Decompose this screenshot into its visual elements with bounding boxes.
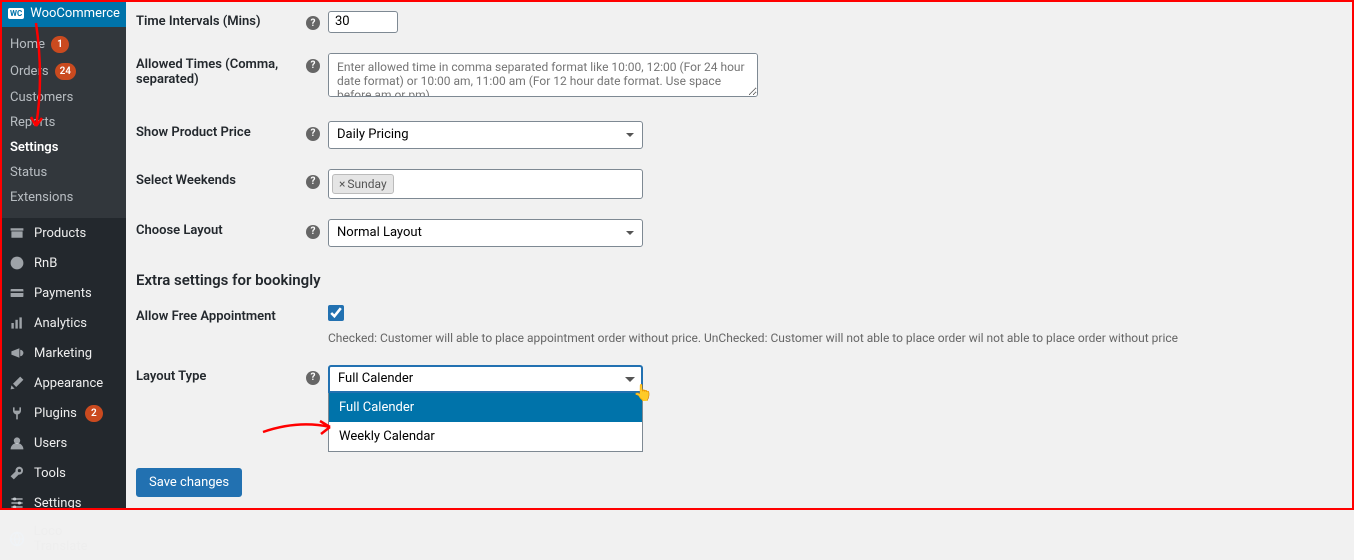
save-changes-button[interactable]: Save changes [136, 468, 242, 497]
free-appointment-checkbox[interactable] [328, 305, 344, 321]
allowed-times-textarea[interactable] [328, 53, 758, 97]
badge-home: 1 [51, 36, 69, 53]
nav-payments[interactable]: Payments [0, 278, 126, 308]
nav-plugins[interactable]: Plugins2 [0, 398, 126, 428]
megaphone-icon [8, 344, 26, 362]
label-allowed-times: Allowed Times (Comma, separated) [136, 53, 306, 87]
submenu-status[interactable]: Status [0, 160, 126, 185]
woocommerce-submenu: Home1 Orders24 Customers Reports Setting… [0, 27, 126, 218]
help-icon[interactable]: ? [306, 175, 320, 189]
label-weekends: Select Weekends [136, 169, 306, 188]
submenu-settings[interactable]: Settings [0, 135, 126, 160]
submenu-reports[interactable]: Reports [0, 110, 126, 135]
nav-loco-translate[interactable]: Loco Translate [0, 518, 126, 560]
archive-icon [8, 224, 26, 242]
label-free-appointment: Allow Free Appointment [136, 305, 306, 324]
weekends-tagbox[interactable]: ×Sunday [328, 169, 643, 199]
label-layout-type: Layout Type [136, 365, 306, 384]
sliders-icon [8, 494, 26, 512]
layout-type-select[interactable]: Full Calender Full Calender Weekly Calen… [328, 365, 643, 452]
help-icon[interactable]: ? [306, 127, 320, 141]
tag-sunday[interactable]: ×Sunday [332, 174, 394, 194]
submenu-home[interactable]: Home1 [0, 31, 126, 58]
help-icon[interactable]: ? [306, 16, 320, 30]
badge-plugins: 2 [85, 405, 103, 422]
globe-icon [8, 530, 26, 548]
nav-analytics[interactable]: Analytics [0, 308, 126, 338]
woo-badge-icon: WC [8, 8, 24, 19]
nav-appearance[interactable]: Appearance [0, 368, 126, 398]
time-intervals-input[interactable] [328, 11, 398, 33]
section-bookingly: Extra settings for bookingly [136, 257, 1344, 295]
submenu-orders[interactable]: Orders24 [0, 58, 126, 85]
chart-icon [8, 314, 26, 332]
plug-icon [8, 404, 26, 422]
layout-type-selected[interactable]: Full Calender [328, 365, 643, 393]
help-icon[interactable]: ? [306, 225, 320, 239]
label-product-price: Show Product Price [136, 121, 306, 140]
nav-products[interactable]: Products [0, 218, 126, 248]
admin-sidebar: WC WooCommerce Home1 Orders24 Customers … [0, 0, 126, 510]
card-icon [8, 284, 26, 302]
sidebar-title: WooCommerce [30, 6, 120, 21]
product-price-select[interactable]: Daily Pricing [328, 121, 643, 149]
free-appointment-desc: Checked: Customer will able to place app… [328, 325, 1344, 345]
rnb-icon [8, 254, 26, 272]
option-full-calender[interactable]: Full Calender [329, 393, 642, 422]
sidebar-head-woocommerce[interactable]: WC WooCommerce [0, 0, 126, 27]
nav-tools[interactable]: Tools [0, 458, 126, 488]
brush-icon [8, 374, 26, 392]
label-choose-layout: Choose Layout [136, 219, 306, 238]
nav-settings[interactable]: Settings [0, 488, 126, 518]
submenu-customers[interactable]: Customers [0, 85, 126, 110]
help-icon[interactable]: ? [306, 59, 320, 73]
option-weekly-calendar[interactable]: Weekly Calendar [329, 422, 642, 451]
help-icon[interactable]: ? [306, 371, 320, 385]
badge-orders: 24 [55, 63, 76, 80]
nav-marketing[interactable]: Marketing [0, 338, 126, 368]
choose-layout-select[interactable]: Normal Layout [328, 219, 643, 247]
user-icon [8, 434, 26, 452]
submenu-extensions[interactable]: Extensions [0, 185, 126, 210]
tag-remove-icon[interactable]: × [339, 177, 345, 191]
label-time-intervals: Time Intervals (Mins) [136, 10, 306, 29]
layout-type-dropdown: Full Calender Weekly Calendar [328, 393, 643, 452]
nav-users[interactable]: Users [0, 428, 126, 458]
nav-rnb[interactable]: RnB [0, 248, 126, 278]
wrench-icon [8, 464, 26, 482]
settings-form: Time Intervals (Mins) ? Allowed Times (C… [126, 0, 1354, 510]
